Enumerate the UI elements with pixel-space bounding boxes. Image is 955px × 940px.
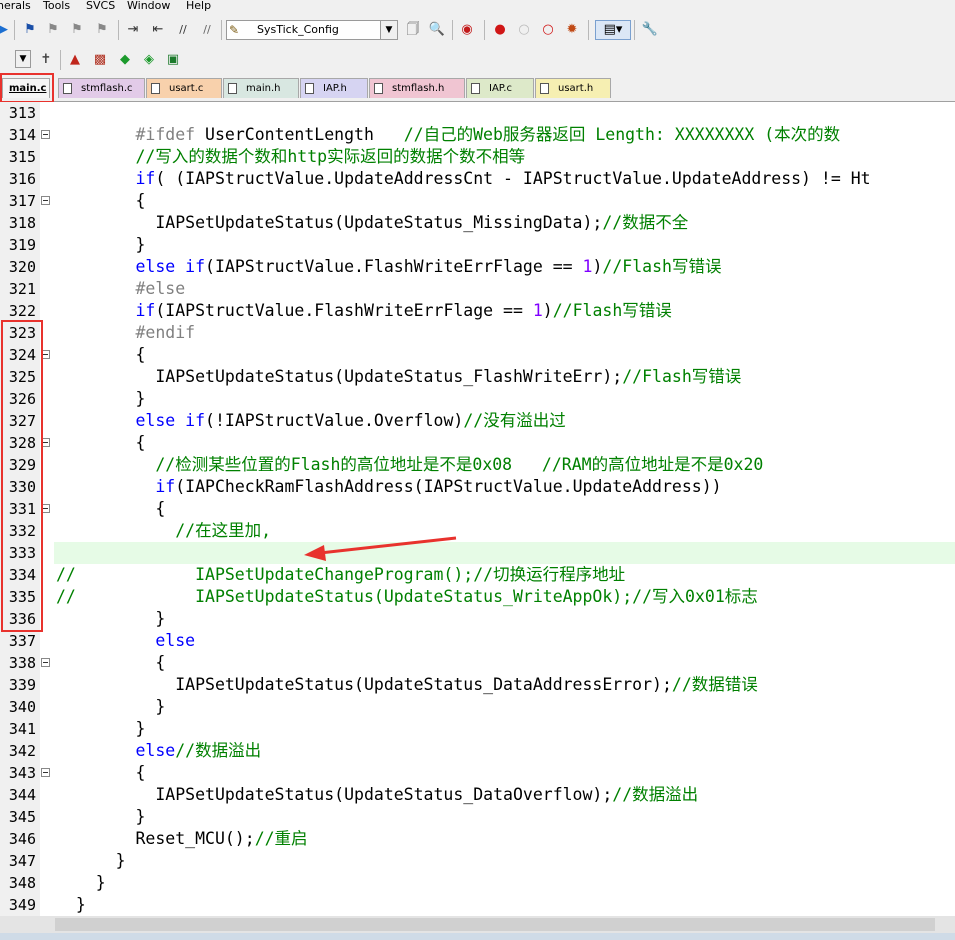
unindent-icon[interactable]: ⇤: [149, 21, 167, 39]
toolbar-separator: [221, 20, 222, 40]
next-bookmark-icon[interactable]: ⚑: [68, 21, 86, 39]
breakpoint-icon[interactable]: ●: [491, 21, 509, 39]
file-icon: [471, 83, 480, 94]
build-toolbar: ▼ ✝ ▲ ▩ ◆ ◈ ▣: [0, 46, 955, 74]
main-toolbar: ▶ ⚑ ⚑ ⚑ ⚑ ⇥ ⇤ // // ✎ SysTick_Config ▼ 🗍…: [0, 14, 955, 47]
pack-icon[interactable]: ▩: [91, 51, 109, 69]
find-in-files-icon[interactable]: 🗍: [404, 21, 422, 39]
clear-bookmarks-icon[interactable]: ⚑: [93, 21, 111, 39]
target-combo-value: SysTick_Config: [257, 23, 339, 36]
file-tab-bar: main.c stmflash.c usart.c main.h IAP.h s…: [0, 74, 955, 102]
run-icon[interactable]: ▶: [0, 21, 12, 39]
toolbar-separator: [588, 20, 589, 40]
toolbar-separator: [118, 20, 119, 40]
indent-icon[interactable]: ⇥: [124, 21, 142, 39]
tab-stmflash-c[interactable]: stmflash.c: [58, 78, 145, 98]
toolbar-separator: [14, 20, 15, 40]
tab-label: main.h: [246, 83, 281, 94]
horizontal-scrollbar[interactable]: [0, 916, 955, 933]
arrow-shaft: [319, 536, 457, 555]
tab-label: usart.c: [169, 83, 204, 94]
file-icon: [374, 83, 383, 94]
window-layout-icon[interactable]: ▤▾: [595, 20, 631, 40]
tab-usart-h[interactable]: usart.h: [535, 78, 611, 98]
prev-bookmark-icon[interactable]: ⚑: [44, 21, 62, 39]
rte-icon[interactable]: ▣: [164, 51, 182, 69]
tab-iap-h[interactable]: IAP.h: [300, 78, 368, 98]
comment-icon[interactable]: //: [174, 21, 192, 39]
tab-usart-c[interactable]: usart.c: [146, 78, 222, 98]
tab-main-h[interactable]: main.h: [223, 78, 299, 98]
tab-iap-c[interactable]: IAP.c: [466, 78, 534, 98]
menu-svcs[interactable]: SVCS: [86, 0, 115, 12]
arrow-head: [304, 545, 326, 561]
annotation-box-active-tab: [0, 73, 54, 103]
combo-icon: ✎: [229, 23, 240, 37]
tab-label: stmflash.h: [392, 83, 445, 94]
find-icon[interactable]: 🔍: [428, 21, 446, 39]
file-icon: [63, 83, 72, 94]
chevron-down-icon[interactable]: ▼: [15, 50, 31, 68]
debug-icon[interactable]: ◉: [458, 21, 476, 39]
file-icon: [305, 83, 314, 94]
menu-tools[interactable]: Tools: [43, 0, 70, 12]
annotation-arrow: [304, 536, 457, 561]
manage-icon[interactable]: ◆: [116, 51, 134, 69]
clear-breakpoints-icon[interactable]: ✹: [563, 21, 581, 39]
select-pack-icon[interactable]: ◈: [140, 51, 158, 69]
options-icon[interactable]: ✝: [37, 51, 55, 69]
file-icon: [151, 83, 160, 94]
menu-window[interactable]: Window: [127, 0, 170, 12]
toolbar-separator: [60, 50, 61, 70]
toolbar-separator: [484, 20, 485, 40]
tab-label: IAP.c: [489, 83, 512, 94]
menu-peripherals[interactable]: herals: [0, 0, 31, 12]
tab-label: IAP.h: [323, 83, 347, 94]
scrollbar-thumb[interactable]: [55, 918, 935, 931]
menu-bar: herals Tools SVCS Window Help: [0, 0, 955, 14]
toolbar-separator: [452, 20, 453, 40]
target-combo[interactable]: ✎ SysTick_Config ▼: [226, 20, 398, 40]
tab-label: usart.h: [558, 83, 594, 94]
tab-label: stmflash.c: [81, 83, 133, 94]
menu-help[interactable]: Help: [186, 0, 211, 12]
disable-breakpoint-icon[interactable]: ○: [515, 21, 533, 39]
kill-breakpoints-icon[interactable]: ○: [539, 21, 557, 39]
status-strip: [0, 933, 955, 940]
configure-icon[interactable]: 🔧: [641, 21, 659, 39]
load-icon[interactable]: ▲: [66, 51, 84, 69]
chevron-down-icon[interactable]: ▼: [380, 21, 397, 39]
code-editor[interactable]: 313 314 #ifdef UserContentLength //自己的Web…: [0, 102, 955, 916]
file-icon: [540, 83, 549, 94]
uncomment-icon[interactable]: //: [198, 21, 216, 39]
file-icon: [228, 83, 237, 94]
tab-stmflash-h[interactable]: stmflash.h: [369, 78, 465, 98]
bookmark-icon[interactable]: ⚑: [21, 21, 39, 39]
toolbar-separator: [634, 20, 635, 40]
